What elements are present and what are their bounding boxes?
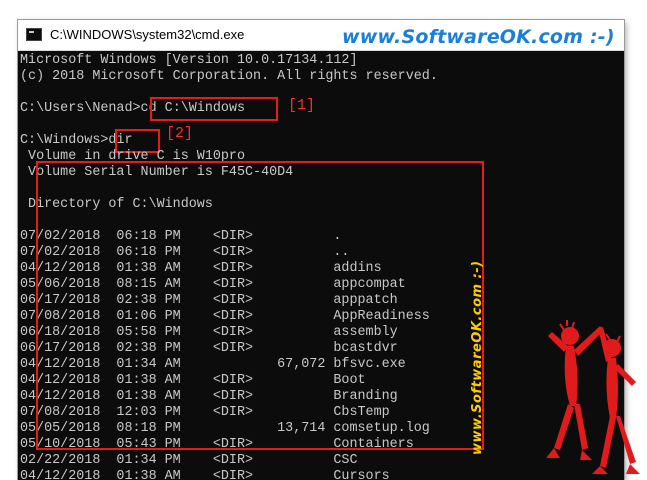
step-marker-2: [2]: [166, 125, 194, 142]
listing-highlight: [36, 161, 484, 450]
listing-row: 02/22/2018 01:34 PM <DIR> CSC: [20, 453, 358, 468]
cmd-icon: [26, 28, 42, 41]
brand-watermark: www.SoftwareOK.com :-): [342, 26, 615, 48]
prompt: C:\Windows>: [20, 133, 109, 148]
dancing-figures-logo: [546, 320, 640, 474]
cmd-window: C:\WINDOWS\system32\cmd.exe www.Software…: [18, 20, 624, 480]
vertical-watermark: www.SoftwareOK.com :-): [470, 260, 485, 455]
window-title: C:\WINDOWS\system32\cmd.exe: [50, 27, 245, 42]
prompt: C:\Users\Nenad>: [20, 101, 141, 116]
listing-row: 04/12/2018 01:38 AM <DIR> Cursors: [20, 469, 390, 480]
version-line: Microsoft Windows [Version 10.0.17134.11…: [20, 53, 358, 68]
step-marker-1: [1]: [288, 97, 316, 114]
title-bar[interactable]: C:\WINDOWS\system32\cmd.exe www.Software…: [18, 20, 624, 51]
command-highlight-1: [150, 97, 278, 121]
copyright-line: (c) 2018 Microsoft Corporation. All righ…: [20, 69, 438, 84]
